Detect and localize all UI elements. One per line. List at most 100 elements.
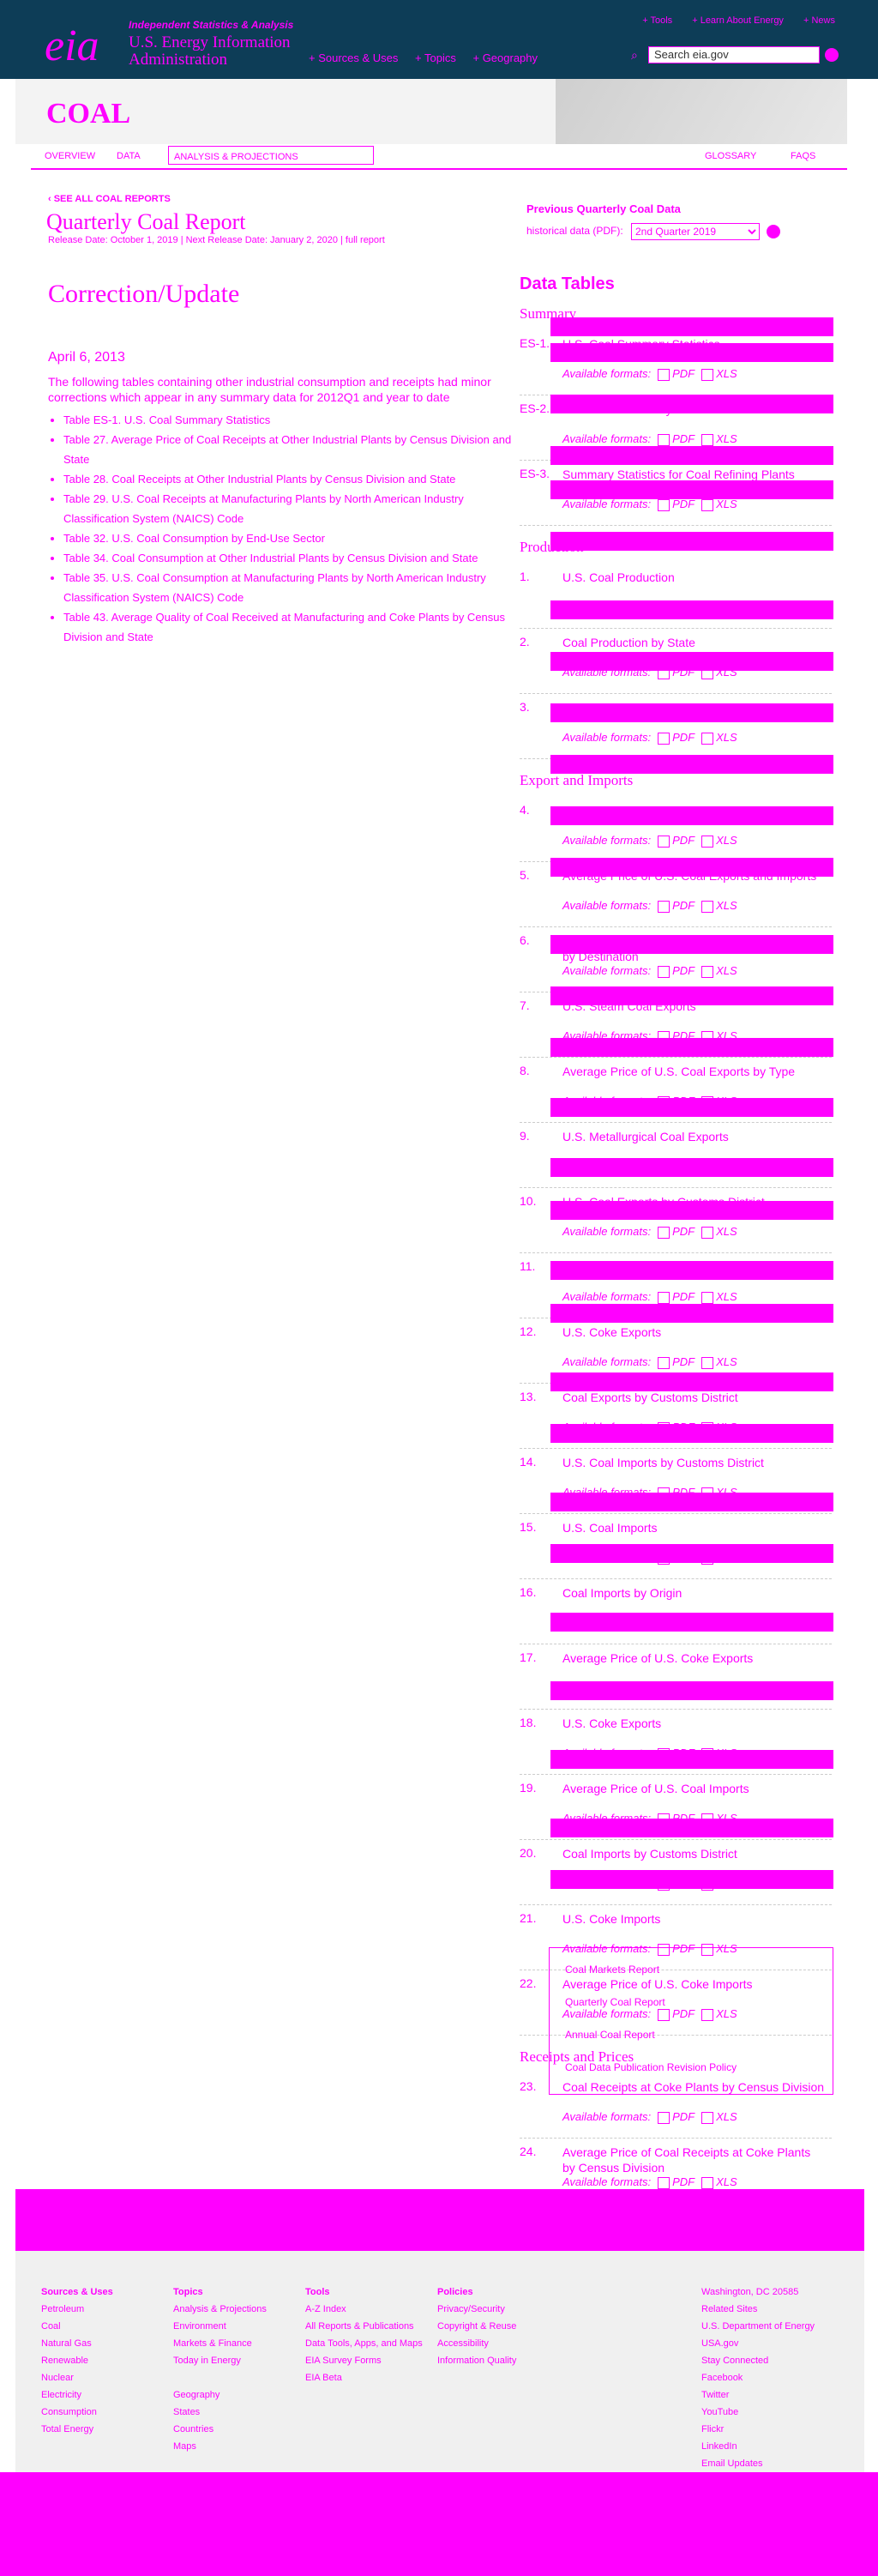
footer-link[interactable]: Natural Gas xyxy=(41,2335,113,2352)
xls-link[interactable]: XLS xyxy=(716,2110,737,2123)
subnav-faqs[interactable]: FAQS xyxy=(791,151,815,161)
correction-item[interactable]: Table 35. U.S. Coal Consumption at Manuf… xyxy=(63,568,526,607)
correction-item[interactable]: Table ES-1. U.S. Coal Summary Statistics xyxy=(63,410,526,430)
footer-link[interactable]: States xyxy=(173,2404,267,2421)
xls-link[interactable]: XLS xyxy=(716,834,737,847)
footer-link[interactable]: Countries xyxy=(173,2421,267,2438)
footer-link[interactable]: Renewable xyxy=(41,2352,113,2369)
table-title-link[interactable]: Average Price of Coal Receipts at Coke P… xyxy=(562,2145,825,2175)
footer-contact-item[interactable]: U.S. Department of Energy xyxy=(701,2318,815,2335)
pdf-link[interactable]: PDF xyxy=(672,2175,695,2188)
footer-link[interactable]: Environment xyxy=(173,2318,267,2335)
table-title-link[interactable]: U.S. Coke Imports xyxy=(562,1911,825,1927)
xls-link[interactable]: XLS xyxy=(716,432,737,445)
pdf-link[interactable]: PDF xyxy=(672,899,695,912)
table-title-link[interactable]: Coal Imports by Customs District xyxy=(562,1846,825,1861)
footer-contact-item[interactable]: Email Updates xyxy=(701,2455,815,2472)
footer-link[interactable]: EIA Survey Forms xyxy=(305,2352,423,2369)
pdf-link[interactable]: PDF xyxy=(672,1355,695,1368)
table-title-link[interactable]: Average Price of U.S. Coal Imports xyxy=(562,1781,825,1796)
footer-link[interactable]: Maps xyxy=(173,2438,267,2455)
nav-sources-uses[interactable]: + Sources & Uses xyxy=(309,51,398,64)
pdf-link[interactable]: PDF xyxy=(672,367,695,380)
table-title-link[interactable]: U.S. Coal Imports xyxy=(562,1520,825,1535)
table-title-link[interactable]: Coal Exports by Customs District xyxy=(562,1390,825,1405)
footer-link[interactable]: Consumption xyxy=(41,2404,113,2421)
eia-logo[interactable]: eia Independent Statistics & Analysis U.… xyxy=(45,14,302,74)
footer-link[interactable]: Analysis & Projections xyxy=(173,2301,267,2318)
footer-link[interactable]: Electricity xyxy=(41,2386,113,2404)
footer-contact-item[interactable]: Flickr xyxy=(701,2421,815,2438)
news-link[interactable]: + News xyxy=(803,15,835,26)
tools-link[interactable]: + Tools xyxy=(642,15,672,26)
pdf-link[interactable]: PDF xyxy=(672,2110,695,2123)
quarter-select[interactable]: 2nd Quarter 2019 xyxy=(631,223,760,240)
pdf-link[interactable]: PDF xyxy=(672,1290,695,1303)
quarter-go-button[interactable] xyxy=(767,225,780,238)
nav-geography[interactable]: + Geography xyxy=(472,51,538,64)
footer-link[interactable]: Total Energy xyxy=(41,2421,113,2438)
related-link[interactable]: Coal Data Publication Revision Policy xyxy=(565,2061,737,2073)
footer-link[interactable]: Nuclear xyxy=(41,2369,113,2386)
table-title-link[interactable]: Average Price of U.S. Coal Exports by Ty… xyxy=(562,1064,825,1079)
related-link[interactable]: Coal Markets Report xyxy=(565,1964,659,1976)
footer-contact-item[interactable]: LinkedIn xyxy=(701,2438,815,2455)
correction-item[interactable]: Table 43. Average Quality of Coal Receiv… xyxy=(63,607,526,647)
footer-link[interactable]: Data Tools, Apps, and Maps xyxy=(305,2335,423,2352)
correction-item[interactable]: Table 27. Average Price of Coal Receipts… xyxy=(63,430,526,469)
correction-item[interactable]: Table 32. U.S. Coal Consumption by End-U… xyxy=(63,528,526,548)
related-link[interactable]: Annual Coal Report xyxy=(565,2029,655,2041)
correction-item[interactable]: Table 29. U.S. Coal Receipts at Manufact… xyxy=(63,489,526,528)
footer-contact-item[interactable]: Related Sites xyxy=(701,2301,815,2318)
table-title-link[interactable]: Coal Imports by Origin xyxy=(562,1585,825,1601)
footer-contact-item[interactable]: Washington, DC 20585 xyxy=(701,2283,815,2301)
xls-link[interactable]: XLS xyxy=(716,899,737,912)
xls-link[interactable]: XLS xyxy=(716,964,737,977)
correction-item[interactable]: Table 28. Coal Receipts at Other Industr… xyxy=(63,469,526,489)
footer-link[interactable] xyxy=(173,2369,267,2386)
xls-link[interactable]: XLS xyxy=(716,2175,737,2188)
footer-link[interactable]: Geography xyxy=(173,2386,267,2404)
footer-contact-item[interactable]: Stay Connected xyxy=(701,2352,815,2369)
pdf-link[interactable]: PDF xyxy=(672,731,695,744)
footer-link[interactable]: Privacy/Security xyxy=(437,2301,516,2318)
nav-topics[interactable]: + Topics xyxy=(415,51,456,64)
footer-contact-item[interactable]: YouTube xyxy=(701,2404,815,2421)
xls-link[interactable]: XLS xyxy=(716,1355,737,1368)
learn-about-energy-link[interactable]: + Learn About Energy xyxy=(692,15,784,26)
table-title-link[interactable]: U.S. Coal Production xyxy=(562,570,825,585)
pdf-link[interactable]: PDF xyxy=(672,964,695,977)
footer-link[interactable]: Markets & Finance xyxy=(173,2335,267,2352)
xls-link[interactable]: XLS xyxy=(716,367,737,380)
search-input[interactable]: Search eia.gov xyxy=(648,46,820,63)
table-title-link[interactable]: U.S. Coke Exports xyxy=(562,1324,825,1340)
pdf-link[interactable]: PDF xyxy=(672,432,695,445)
subnav-data[interactable]: DATA xyxy=(117,151,141,161)
footer-link[interactable]: EIA Beta xyxy=(305,2369,423,2386)
footer-link[interactable]: Information Quality xyxy=(437,2352,516,2369)
xls-link[interactable]: XLS xyxy=(716,1290,737,1303)
footer-contact-item[interactable]: USA.gov xyxy=(701,2335,815,2352)
footer-link[interactable]: Today in Energy xyxy=(173,2352,267,2369)
pdf-link[interactable]: PDF xyxy=(672,1225,695,1238)
footer-link[interactable]: Copyright & Reuse xyxy=(437,2318,516,2335)
pdf-link[interactable]: PDF xyxy=(672,834,695,847)
footer-link[interactable]: Accessibility xyxy=(437,2335,516,2352)
breadcrumb[interactable]: ‹ SEE ALL COAL REPORTS xyxy=(48,194,171,204)
footer-link[interactable]: Coal xyxy=(41,2318,113,2335)
correction-item[interactable]: Table 34. Coal Consumption at Other Indu… xyxy=(63,548,526,568)
footer-link[interactable]: A-Z Index xyxy=(305,2301,423,2318)
subnav-glossary[interactable]: GLOSSARY xyxy=(705,151,756,161)
footer-contact-item[interactable]: Facebook xyxy=(701,2369,815,2386)
table-title-link[interactable]: U.S. Metallurgical Coal Exports xyxy=(562,1129,825,1144)
subnav-analysis[interactable]: ANALYSIS & PROJECTIONS xyxy=(168,146,374,165)
subnav-overview[interactable]: OVERVIEW xyxy=(45,151,95,161)
xls-link[interactable]: XLS xyxy=(716,731,737,744)
related-link[interactable]: Quarterly Coal Report xyxy=(565,1996,665,2008)
footer-link[interactable]: Petroleum xyxy=(41,2301,113,2318)
pdf-link[interactable]: PDF xyxy=(672,498,695,510)
table-title-link[interactable]: U.S. Coke Exports xyxy=(562,1716,825,1731)
table-title-link[interactable]: Average Price of U.S. Coke Exports xyxy=(562,1650,825,1666)
footer-contact-item[interactable]: Twitter xyxy=(701,2386,815,2404)
footer-link[interactable]: All Reports & Publications xyxy=(305,2318,423,2335)
